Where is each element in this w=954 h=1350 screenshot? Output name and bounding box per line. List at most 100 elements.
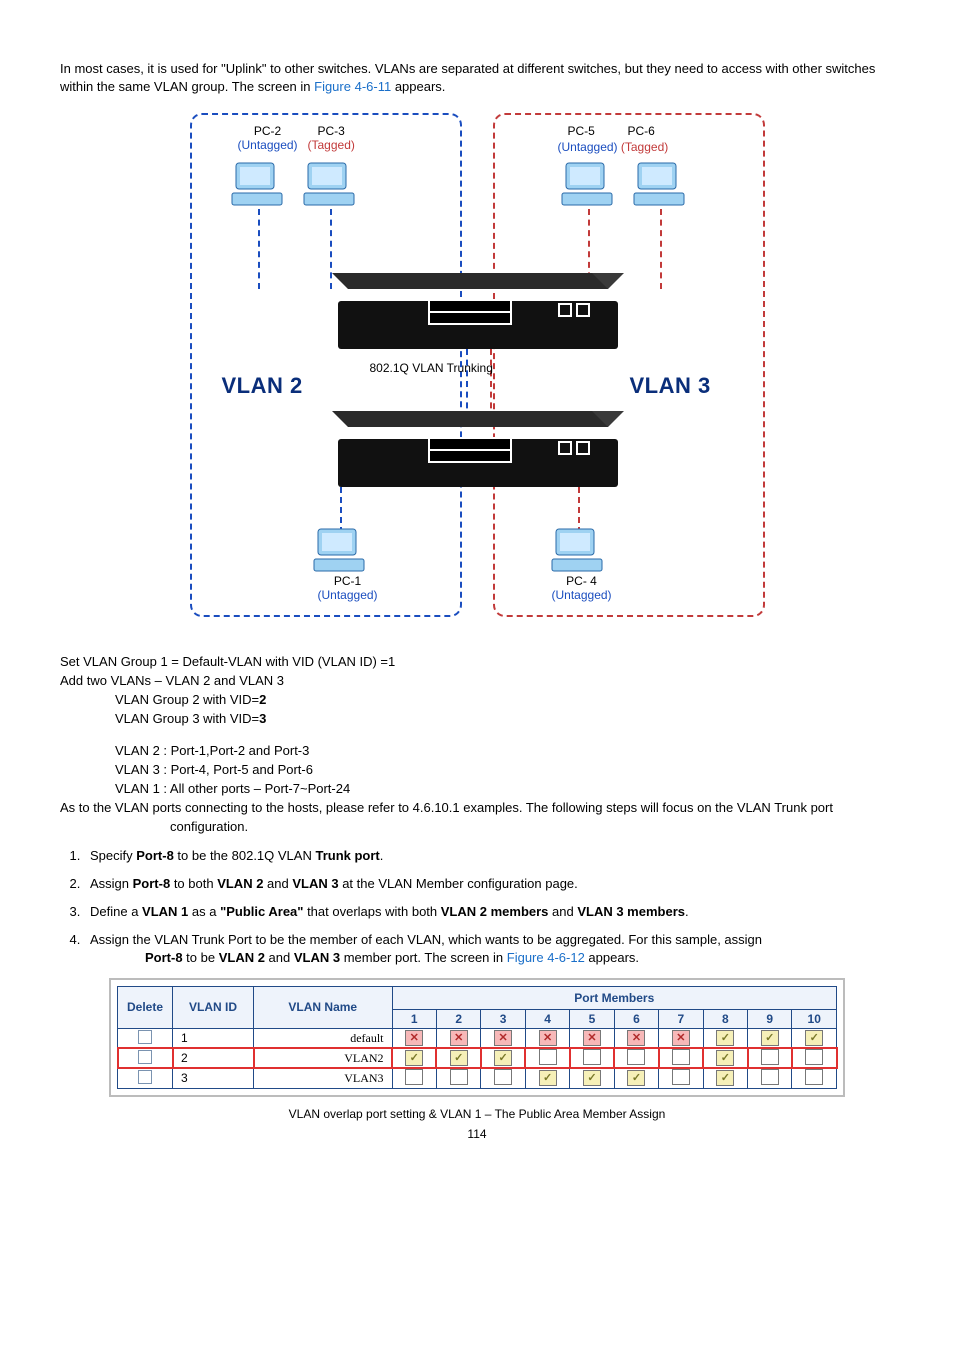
port-cell[interactable]: ✓ <box>703 1048 747 1068</box>
port-cell[interactable]: ✕ <box>481 1028 525 1048</box>
port-cell[interactable] <box>748 1048 792 1068</box>
hdr-port-3: 3 <box>481 1009 525 1028</box>
trunk-red <box>490 349 492 419</box>
check-icon[interactable]: ✓ <box>716 1050 734 1066</box>
check-icon[interactable]: ✓ <box>716 1070 734 1086</box>
hdr-port-10: 10 <box>792 1009 837 1028</box>
port-cell[interactable] <box>748 1068 792 1088</box>
cross-icon[interactable]: ✕ <box>627 1030 645 1046</box>
port-cell[interactable] <box>659 1068 703 1088</box>
port-cell[interactable] <box>792 1068 837 1088</box>
cell-vlanid: 2 <box>173 1048 254 1068</box>
cross-icon[interactable]: ✕ <box>539 1030 557 1046</box>
port-cell[interactable]: ✓ <box>792 1028 837 1048</box>
empty-icon[interactable] <box>672 1049 690 1065</box>
port-cell[interactable] <box>614 1048 658 1068</box>
empty-icon[interactable] <box>672 1069 690 1085</box>
trunk-label: 802.1Q VLAN Trunking <box>370 361 493 375</box>
setup-l3: VLAN Group 2 with VID=2 <box>60 691 894 710</box>
port-cell[interactable]: ✕ <box>392 1028 436 1048</box>
port-cell[interactable] <box>436 1068 480 1088</box>
delete-checkbox[interactable] <box>138 1050 152 1064</box>
setup-l4: VLAN Group 3 with VID=3 <box>60 710 894 729</box>
port-cell[interactable]: ✓ <box>570 1068 614 1088</box>
empty-icon[interactable] <box>761 1069 779 1085</box>
table-row: 1default ✕ ✕ ✕ ✕ ✕ ✕ ✕ ✓ ✓ ✓ <box>118 1028 837 1048</box>
delete-checkbox[interactable] <box>138 1030 152 1044</box>
vlan-table: Delete VLAN ID VLAN Name Port Members 12… <box>117 986 837 1089</box>
port-cell[interactable]: ✓ <box>614 1068 658 1088</box>
switch-top <box>338 273 618 349</box>
vlan2-title: VLAN 2 <box>222 373 303 399</box>
port-cell[interactable]: ✕ <box>525 1028 569 1048</box>
port-cell[interactable] <box>525 1048 569 1068</box>
pc5-label: PC-5 <box>568 125 595 139</box>
port-cell[interactable]: ✓ <box>525 1068 569 1088</box>
delete-checkbox[interactable] <box>138 1070 152 1084</box>
hdr-port-8: 8 <box>703 1009 747 1028</box>
port-cell[interactable]: ✕ <box>436 1028 480 1048</box>
pc56-tags: (Untagged) (Tagged) <box>558 141 669 155</box>
figure-link-4-6-11[interactable]: Figure 4-6-11 <box>314 79 391 94</box>
check-icon[interactable]: ✓ <box>627 1070 645 1086</box>
port-cell[interactable] <box>659 1048 703 1068</box>
hdr-port-9: 9 <box>748 1009 792 1028</box>
setup-l1: Set VLAN Group 1 = Default-VLAN with VID… <box>60 653 894 672</box>
pc2-icon <box>230 161 285 212</box>
intro-paragraph: In most cases, it is used for "Uplink" t… <box>60 60 894 95</box>
empty-icon[interactable] <box>761 1049 779 1065</box>
check-icon[interactable]: ✓ <box>761 1030 779 1046</box>
steps-list: Specify Port-8 to be the 802.1Q VLAN Tru… <box>60 847 894 968</box>
cross-icon[interactable]: ✕ <box>494 1030 512 1046</box>
check-icon[interactable]: ✓ <box>716 1030 734 1046</box>
port-cell[interactable]: ✓ <box>392 1048 436 1068</box>
hdr-port-2: 2 <box>436 1009 480 1028</box>
hdr-port-5: 5 <box>570 1009 614 1028</box>
port-cell[interactable]: ✕ <box>659 1028 703 1048</box>
cell-vlanid: 1 <box>173 1028 254 1048</box>
empty-icon[interactable] <box>405 1069 423 1085</box>
check-icon[interactable]: ✓ <box>583 1070 601 1086</box>
figure-link-4-6-12[interactable]: Figure 4-6-12 <box>507 950 585 965</box>
empty-icon[interactable] <box>583 1049 601 1065</box>
conn-pc6 <box>660 209 662 289</box>
empty-icon[interactable] <box>539 1049 557 1065</box>
port-cell[interactable]: ✕ <box>570 1028 614 1048</box>
cell-vlanname: VLAN3 <box>254 1068 393 1088</box>
table-caption: VLAN overlap port setting & VLAN 1 – The… <box>60 1107 894 1121</box>
check-icon[interactable]: ✓ <box>539 1070 557 1086</box>
port-cell[interactable] <box>481 1068 525 1088</box>
check-icon[interactable]: ✓ <box>805 1030 823 1046</box>
port-cell[interactable]: ✓ <box>748 1028 792 1048</box>
check-icon[interactable]: ✓ <box>450 1050 468 1066</box>
port-cell[interactable]: ✓ <box>703 1068 747 1088</box>
port-cell[interactable]: ✓ <box>436 1048 480 1068</box>
port-cell[interactable]: ✓ <box>481 1048 525 1068</box>
port-cell[interactable] <box>792 1048 837 1068</box>
empty-icon[interactable] <box>805 1069 823 1085</box>
pc4-label: PC- 4(Untagged) <box>552 575 612 603</box>
port-cell[interactable]: ✓ <box>703 1028 747 1048</box>
empty-icon[interactable] <box>494 1069 512 1085</box>
check-icon[interactable]: ✓ <box>405 1050 423 1066</box>
intro-uplink: Uplink <box>226 61 262 76</box>
cross-icon[interactable]: ✕ <box>450 1030 468 1046</box>
empty-icon[interactable] <box>805 1049 823 1065</box>
vlan-table-wrap: Delete VLAN ID VLAN Name Port Members 12… <box>109 978 845 1097</box>
port-cell[interactable] <box>570 1048 614 1068</box>
port-cell[interactable]: ✕ <box>614 1028 658 1048</box>
switch-bottom <box>338 411 618 487</box>
conn-pc2 <box>258 209 260 289</box>
check-icon[interactable]: ✓ <box>494 1050 512 1066</box>
cross-icon[interactable]: ✕ <box>672 1030 690 1046</box>
hdr-port-1: 1 <box>392 1009 436 1028</box>
port-cell[interactable] <box>392 1068 436 1088</box>
empty-icon[interactable] <box>450 1069 468 1085</box>
pc2-label: PC-2(Untagged) <box>238 125 298 153</box>
setup-block: Set VLAN Group 1 = Default-VLAN with VID… <box>60 653 894 837</box>
cross-icon[interactable]: ✕ <box>583 1030 601 1046</box>
cell-vlanname: default <box>254 1028 393 1048</box>
empty-icon[interactable] <box>627 1049 645 1065</box>
cross-icon[interactable]: ✕ <box>405 1030 423 1046</box>
hdr-port-7: 7 <box>659 1009 703 1028</box>
